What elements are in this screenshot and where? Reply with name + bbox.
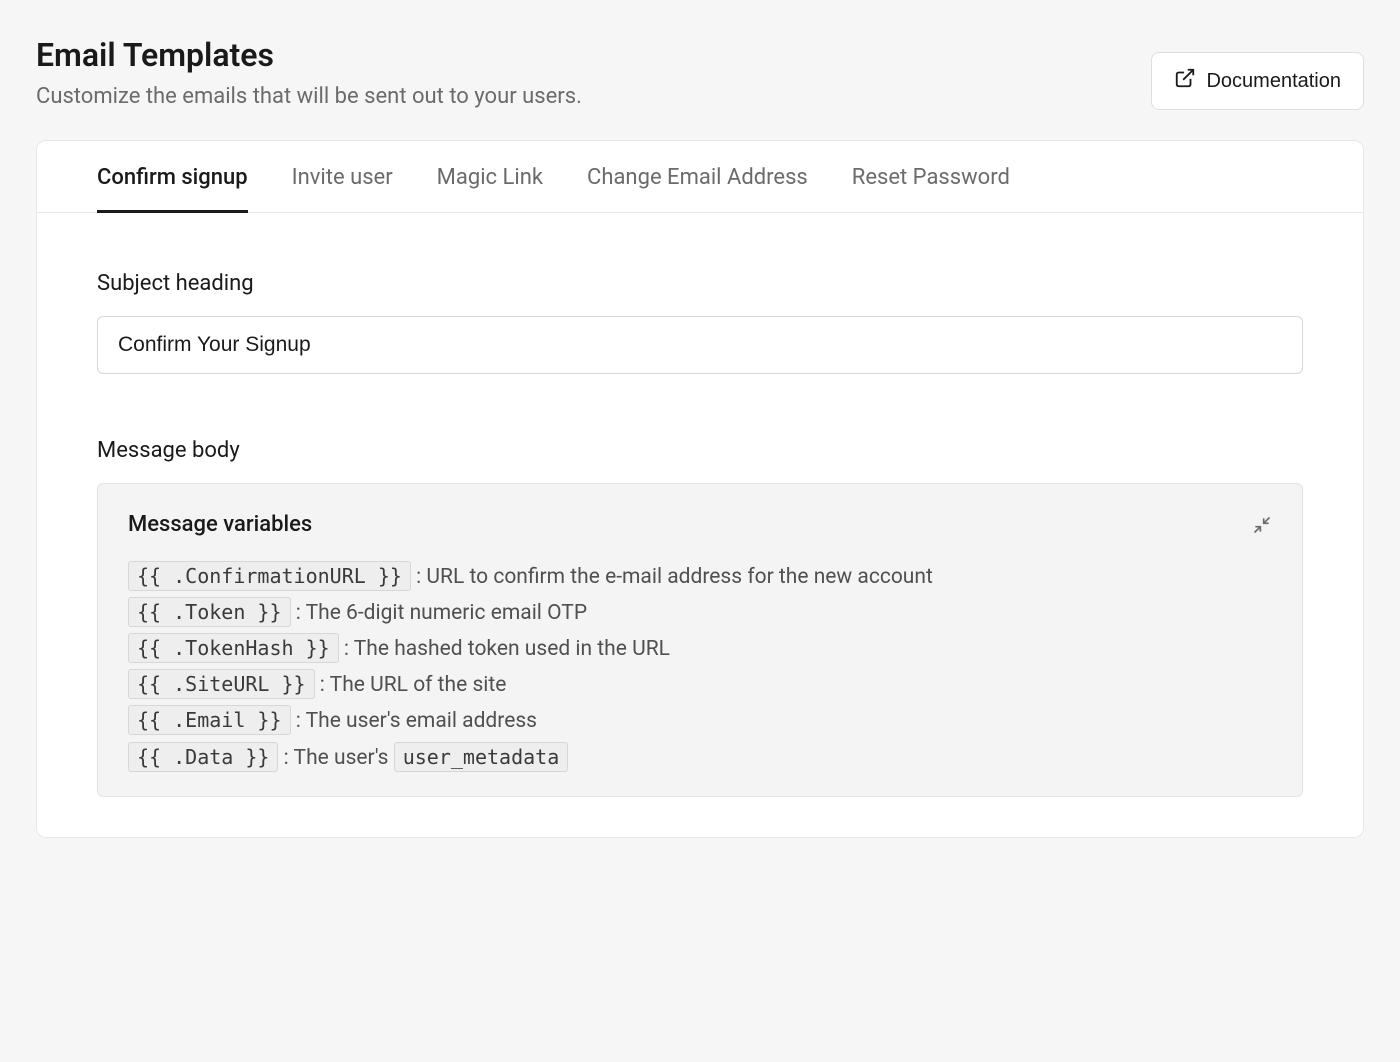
body-label: Message body: [97, 438, 1303, 463]
variables-title: Message variables: [128, 512, 312, 537]
tab-label: Invite user: [292, 165, 393, 190]
variable-row: {{ .TokenHash }} : The hashed token used…: [128, 631, 1272, 667]
collapse-icon[interactable]: [1252, 515, 1272, 535]
tab-content: Subject heading Message body Message var…: [37, 213, 1363, 837]
tab-reset-password[interactable]: Reset Password: [852, 141, 1010, 213]
header-text: Email Templates Customize the emails tha…: [36, 36, 1151, 109]
variable-desc: : The user's: [278, 746, 393, 770]
tab-label: Magic Link: [437, 165, 543, 190]
tab-invite-user[interactable]: Invite user: [292, 141, 393, 213]
templates-card: Confirm signup Invite user Magic Link Ch…: [36, 140, 1364, 838]
variable-code: {{ .SiteURL }}: [128, 669, 315, 699]
variable-row: {{ .ConfirmationURL }} : URL to confirm …: [128, 559, 1272, 595]
tab-confirm-signup[interactable]: Confirm signup: [97, 141, 248, 213]
tab-label: Change Email Address: [587, 165, 808, 190]
documentation-button-label: Documentation: [1206, 70, 1341, 93]
variable-desc: : URL to confirm the e-mail address for …: [411, 565, 933, 589]
tab-change-email[interactable]: Change Email Address: [587, 141, 808, 213]
variables-header: Message variables: [128, 512, 1272, 537]
tab-label: Reset Password: [852, 165, 1010, 190]
variable-desc: : The 6-digit numeric email OTP: [291, 601, 588, 625]
page-header: Email Templates Customize the emails tha…: [36, 36, 1364, 110]
external-link-icon: [1174, 67, 1196, 95]
variable-row: {{ .Email }} : The user's email address: [128, 703, 1272, 739]
page-title: Email Templates: [36, 36, 1151, 74]
variable-code: {{ .TokenHash }}: [128, 633, 339, 663]
variable-row: {{ .Data }} : The user's user_metadata: [128, 740, 1272, 776]
variable-desc: : The URL of the site: [315, 673, 507, 697]
subject-label: Subject heading: [97, 271, 1303, 296]
tab-magic-link[interactable]: Magic Link: [437, 141, 543, 213]
subject-input[interactable]: [97, 316, 1303, 374]
variable-row: {{ .SiteURL }} : The URL of the site: [128, 667, 1272, 703]
variables-panel: Message variables {{ .ConfirmationURL }}…: [97, 483, 1303, 797]
variable-desc: : The hashed token used in the URL: [339, 637, 670, 661]
variable-code: {{ .Email }}: [128, 705, 291, 735]
page-subtitle: Customize the emails that will be sent o…: [36, 84, 1151, 109]
variable-row: {{ .Token }} : The 6-digit numeric email…: [128, 595, 1272, 631]
variable-code: {{ .ConfirmationURL }}: [128, 561, 411, 591]
variable-desc: : The user's email address: [291, 709, 538, 733]
tab-label: Confirm signup: [97, 165, 248, 190]
variable-code: {{ .Token }}: [128, 597, 291, 627]
documentation-button[interactable]: Documentation: [1151, 52, 1364, 110]
tabs-row: Confirm signup Invite user Magic Link Ch…: [37, 141, 1363, 213]
variables-list: {{ .ConfirmationURL }} : URL to confirm …: [128, 559, 1272, 776]
variable-code: {{ .Data }}: [128, 742, 278, 772]
variable-trailing-code: user_metadata: [394, 742, 569, 772]
